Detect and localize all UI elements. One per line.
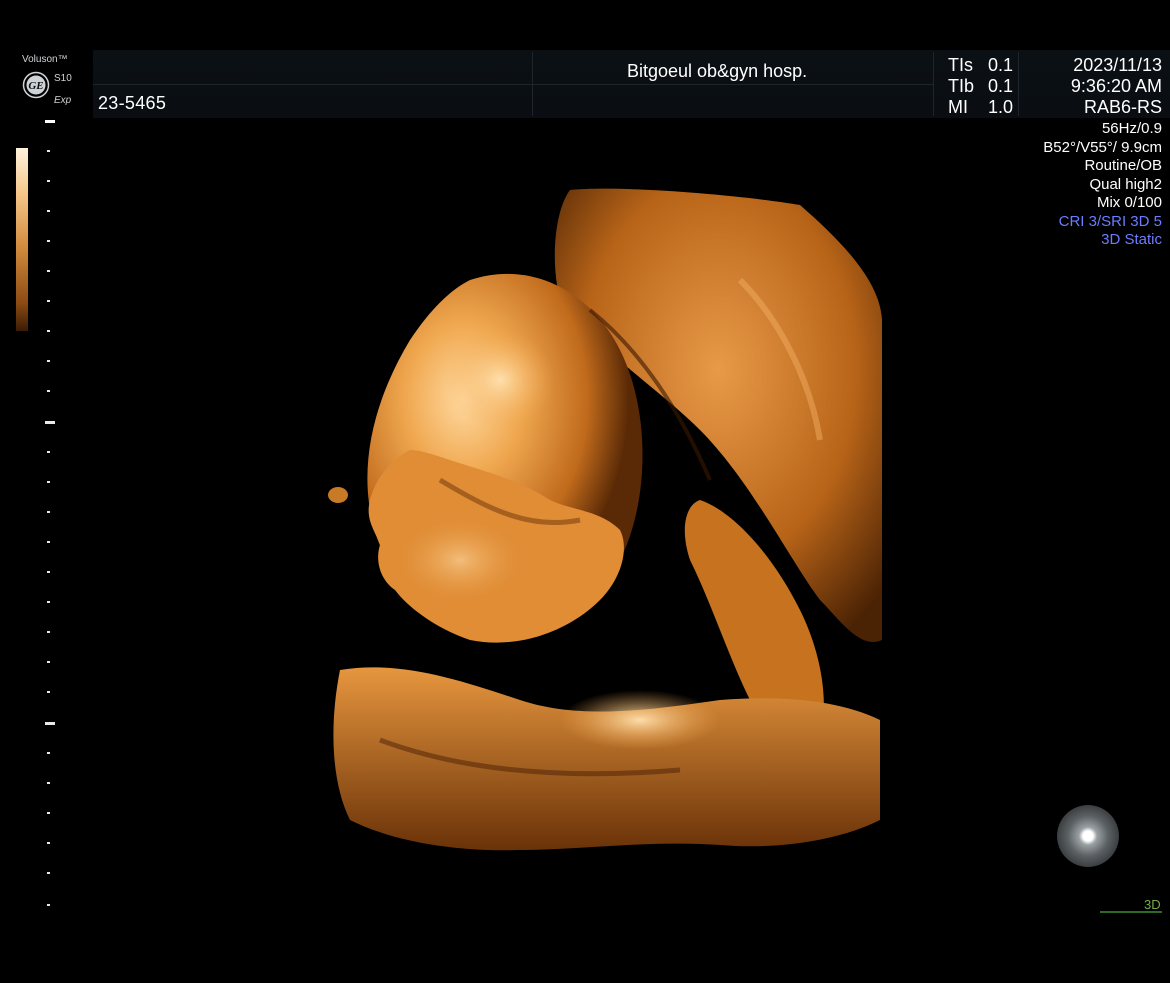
- tis-label: TIs: [948, 55, 973, 75]
- tib-value: 0.1: [988, 76, 1014, 96]
- hospital-name: Bitgoeul ob&gyn hosp.: [627, 61, 808, 81]
- mode-tag: Exp: [54, 95, 72, 106]
- ge-logo-icon: GE: [22, 71, 50, 99]
- brand-name: Voluson™: [22, 54, 68, 65]
- svg-text:GE: GE: [28, 80, 43, 92]
- exam-time: 9:36:20 AM: [1070, 76, 1162, 96]
- depth-scale: [45, 150, 55, 906]
- acoustic-output: TIs 0.1 TIb 0.1 MI 1.0: [948, 55, 1013, 118]
- probe-name: RAB6-RS: [1083, 97, 1162, 117]
- patient-id: 23-5465: [98, 93, 167, 113]
- tib-label: TIb: [948, 76, 975, 96]
- render-mode: 3D Static: [1101, 231, 1162, 248]
- header-divider: [933, 52, 934, 116]
- session-info: 2023/11/13 9:36:20 AM RAB6-RS: [1071, 55, 1162, 118]
- header-divider: [93, 84, 933, 85]
- orientation-sphere-icon[interactable]: [1057, 805, 1119, 867]
- imaging-parameters: 56Hz/0.9 B52°/V55°/ 9.9cm Routine/OB Qua…: [1043, 120, 1162, 250]
- mi-value: 1.0: [988, 97, 1014, 117]
- mi-label: MI: [948, 97, 968, 117]
- color-map-bar: [16, 148, 28, 331]
- header-divider: [532, 52, 533, 116]
- frame-rate: 56Hz/0.9: [1101, 120, 1162, 137]
- tis-value: 0.1: [988, 55, 1014, 75]
- model-name: S10: [54, 73, 72, 84]
- header-divider: [1018, 52, 1019, 116]
- mode-indicator: 3D: [1144, 897, 1161, 912]
- exam-date: 2023/11/13: [1073, 55, 1162, 75]
- quality: Qual high2: [1089, 175, 1162, 193]
- preset: Routine/OB: [1084, 157, 1162, 174]
- ultrasound-3d-render[interactable]: [320, 180, 890, 870]
- mix: Mix 0/100: [1096, 194, 1162, 211]
- mode-indicator-line: [1100, 911, 1162, 913]
- scan-angles: B52°/V55°/ 9.9cm: [1043, 138, 1162, 156]
- cri-setting: CRI 3/SRI 3D 5: [1058, 212, 1162, 230]
